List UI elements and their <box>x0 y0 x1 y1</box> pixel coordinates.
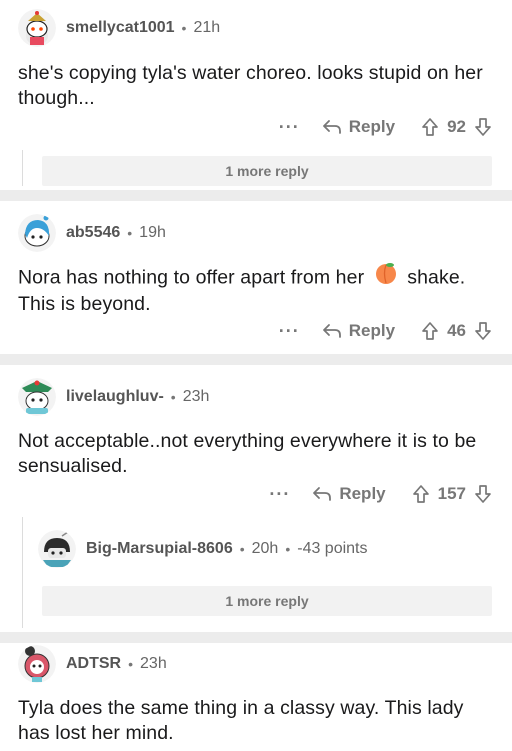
vote-controls: 157 <box>412 484 492 504</box>
reply-arrow-icon <box>313 487 332 501</box>
timestamp: 19h <box>139 224 166 241</box>
username[interactable]: smellycat1001 <box>66 19 175 37</box>
avatar[interactable] <box>18 378 56 416</box>
comment-ab5546: ab5546 • 19h Nora has nothing to offer a… <box>0 201 512 354</box>
timestamp: 23h <box>182 388 210 405</box>
comment-header: ab5546 • 19h <box>18 214 166 252</box>
reply-label: Reply <box>348 117 396 136</box>
comment-text-part: Nora has nothing to offer apart from her <box>18 266 365 289</box>
reply-button[interactable]: Reply <box>322 321 395 341</box>
points-label: -43 points <box>297 540 368 557</box>
score: 46 <box>447 321 466 340</box>
reply-button[interactable]: Reply <box>312 484 386 504</box>
comment-actions: ··· Reply 157 <box>269 481 492 507</box>
upvote-arrow-icon[interactable] <box>412 484 430 504</box>
comment-body: she's copying tyla's water choreo. looks… <box>18 62 483 109</box>
reply-label: Reply <box>348 321 396 340</box>
timestamp: 20h <box>251 540 279 557</box>
separator-dot: • <box>181 20 187 36</box>
avatar[interactable] <box>38 530 76 568</box>
reply-label: Reply <box>339 484 386 503</box>
score: 92 <box>447 117 466 136</box>
separator-dot: • <box>128 656 134 672</box>
comment-header: smellycat1001 • 21h <box>18 9 221 47</box>
comment-header: livelaughluv- • 23h <box>18 378 210 416</box>
comment-body: Tyla does the same thing in a classy way… <box>18 697 464 744</box>
more-options-button[interactable]: ··· <box>269 485 290 503</box>
comment-body: Nora has nothing to offer apart from her… <box>18 263 494 317</box>
score: 157 <box>437 484 466 503</box>
comment-body: Not acceptable..not everything everywher… <box>18 430 477 477</box>
timestamp: 21h <box>193 19 221 36</box>
upvote-arrow-icon[interactable] <box>421 117 439 137</box>
comment-divider <box>0 632 512 643</box>
username[interactable]: ab5546 <box>66 224 120 242</box>
avatar[interactable] <box>18 9 56 47</box>
username[interactable]: livelaughluv- <box>66 388 164 406</box>
comment-actions: ··· Reply 46 <box>279 318 492 344</box>
more-options-button[interactable]: ··· <box>279 322 300 340</box>
child-comment-header: Big-Marsupial-8606 • 20h • -43 points <box>38 530 368 568</box>
downvote-arrow-icon[interactable] <box>474 321 492 341</box>
reply-arrow-icon <box>322 324 341 338</box>
separator-dot: • <box>170 389 176 405</box>
reply-button[interactable]: Reply <box>322 117 395 137</box>
comment-divider <box>0 190 512 201</box>
timestamp: 23h <box>140 655 167 672</box>
avatar[interactable] <box>18 214 56 252</box>
downvote-arrow-icon[interactable] <box>474 117 492 137</box>
comment-actions: ··· Reply 92 <box>279 114 492 140</box>
separator-dot: • <box>285 541 291 557</box>
username[interactable]: Big-Marsupial-8606 <box>86 540 233 558</box>
comment-header: ADTSR • 23h <box>18 645 167 683</box>
avatar[interactable] <box>18 645 56 683</box>
comment-smellycat1001: smellycat1001 • 21h she's copying tyla's… <box>0 0 512 190</box>
thread-line <box>22 517 23 628</box>
upvote-arrow-icon[interactable] <box>421 321 439 341</box>
more-replies-button[interactable]: 1 more reply <box>42 156 492 186</box>
comment-adtsr: ADTSR • 23h Tyla does the same thing in … <box>0 643 512 751</box>
more-options-button[interactable]: ··· <box>279 118 300 136</box>
peach-emoji <box>374 261 398 292</box>
reply-arrow-icon <box>322 120 341 134</box>
vote-controls: 92 <box>421 117 492 137</box>
separator-dot: • <box>127 225 133 241</box>
thread-line <box>22 150 23 186</box>
more-replies-button[interactable]: 1 more reply <box>42 586 492 616</box>
separator-dot: • <box>239 541 245 557</box>
username[interactable]: ADTSR <box>66 655 121 673</box>
downvote-arrow-icon[interactable] <box>474 484 492 504</box>
vote-controls: 46 <box>421 321 492 341</box>
comment-divider <box>0 354 512 365</box>
comment-livelaughluv: livelaughluv- • 23h Not acceptable..not … <box>0 365 512 632</box>
